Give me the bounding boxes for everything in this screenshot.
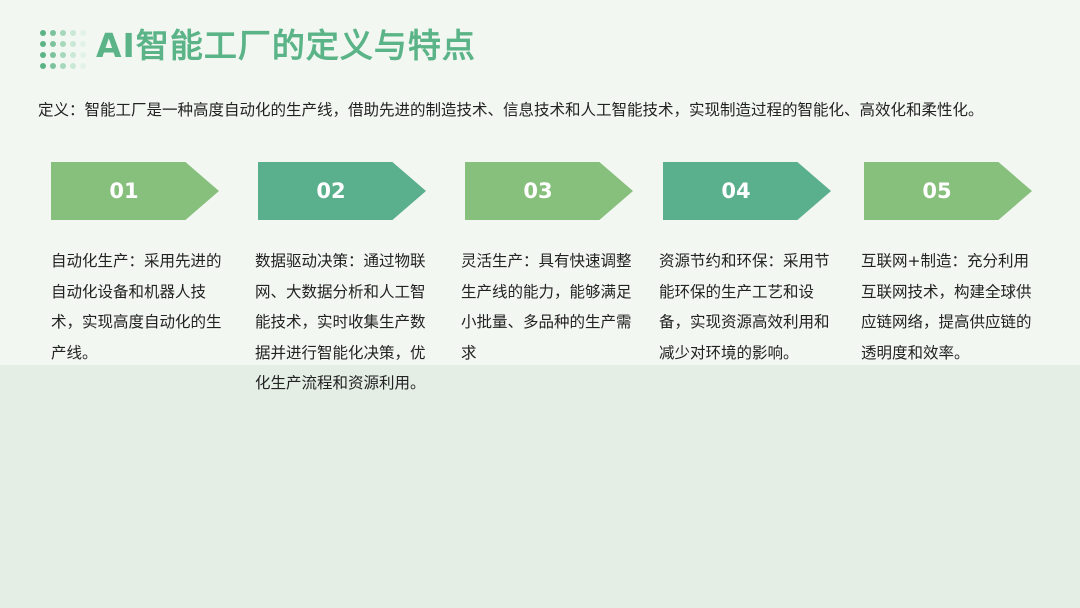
decorative-dot	[80, 52, 86, 58]
decorative-dot	[50, 52, 56, 58]
feature-description-02: 数据驱动决策：通过物联网、大数据分析和人工智能技术，实时收集生产数据并进行智能化…	[255, 252, 426, 392]
step-number: 03	[523, 179, 553, 203]
step-number: 02	[316, 179, 346, 203]
decorative-dot	[70, 30, 76, 36]
decorative-dot	[70, 41, 76, 47]
background-bottom	[0, 365, 1080, 608]
step-number: 04	[721, 179, 751, 203]
decorative-dot	[80, 63, 86, 69]
decorative-dot	[40, 41, 46, 47]
decorative-dot	[70, 52, 76, 58]
feature-description-01: 自动化生产：采用先进的自动化设备和机器人技术，实现高度自动化的生产线。	[51, 252, 222, 362]
step-arrow-01: 01	[51, 162, 219, 220]
decorative-dot	[50, 41, 56, 47]
step-number: 05	[922, 179, 952, 203]
feature-description-03: 灵活生产：具有快速调整生产线的能力，能够满足小批量、多品种的生产需求	[461, 252, 632, 362]
decorative-dot	[80, 41, 86, 47]
decorative-dot	[40, 30, 46, 36]
decorative-dot	[50, 30, 56, 36]
step-number: 01	[109, 179, 139, 203]
decorative-dot	[60, 63, 66, 69]
step-arrow-02: 02	[258, 162, 426, 220]
decorative-dot	[60, 41, 66, 47]
step-arrow-05: 05	[864, 162, 1032, 220]
decorative-dot	[60, 30, 66, 36]
feature-description-05: 互联网+制造：充分利用互联网技术，构建全球供应链网络，提高供应链的透明度和效率。	[861, 252, 1032, 362]
feature-description-04: 资源节约和环保：采用节能环保的生产工艺和设备，实现资源高效利用和减少对环境的影响…	[659, 252, 830, 362]
decorative-dot	[80, 30, 86, 36]
page-title: AI智能工厂的定义与特点	[96, 26, 476, 65]
step-arrow-04: 04	[663, 162, 831, 220]
decorative-dot	[50, 63, 56, 69]
decorative-dot	[70, 63, 76, 69]
step-arrow-03: 03	[465, 162, 633, 220]
definition-text: 定义：智能工厂是一种高度自动化的生产线，借助先进的制造技术、信息技术和人工智能技…	[38, 101, 984, 119]
decorative-dots-icon	[40, 30, 90, 72]
decorative-dot	[60, 52, 66, 58]
decorative-dot	[40, 52, 46, 58]
decorative-dot	[40, 63, 46, 69]
